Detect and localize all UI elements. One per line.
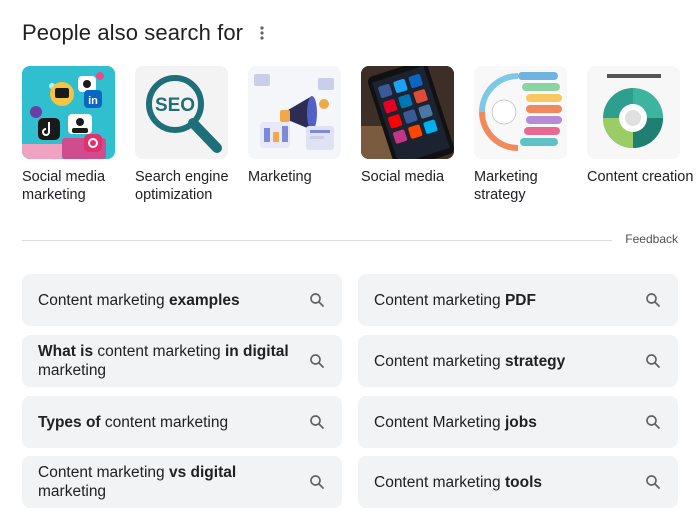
card-marketing[interactable]: Marketing xyxy=(248,66,361,204)
section-title: People also search for xyxy=(22,20,244,45)
search-icon xyxy=(646,293,660,307)
search-icon xyxy=(646,354,660,368)
more-options-button[interactable] xyxy=(250,21,274,45)
section-header: People also search for xyxy=(22,18,243,48)
search-icon xyxy=(310,415,324,429)
search-icon xyxy=(646,415,660,429)
chip-text: What is content marketing in digital mar… xyxy=(38,343,289,379)
related-search-chip[interactable]: Content marketing vs digital marketing xyxy=(22,456,342,508)
vertical-dots-icon xyxy=(260,26,264,40)
divider xyxy=(22,240,612,241)
card-label: Content creation xyxy=(587,169,694,185)
related-search-chip[interactable]: Content marketing strategy xyxy=(358,335,678,387)
chip-text: Content marketing PDF xyxy=(374,291,536,309)
search-icon xyxy=(310,354,324,368)
chip-text: Content marketing strategy xyxy=(374,352,566,370)
related-search-chip[interactable]: What is content marketing in digital mar… xyxy=(22,335,342,387)
card-marketing-strategy[interactable]: Marketing strategy xyxy=(474,66,587,204)
feedback-link[interactable]: Feedback xyxy=(625,232,678,246)
marketing-strategy-infographic xyxy=(474,66,567,159)
seo-text: SEO xyxy=(155,95,195,116)
card-label: Social media xyxy=(361,169,445,185)
card-label: Marketing xyxy=(248,169,312,185)
chip-text: Content marketing tools xyxy=(374,473,542,491)
card-content-creation[interactable]: Content creation xyxy=(587,66,700,204)
related-entities-carousel: in Social media marketing SEO Search eng… xyxy=(22,66,700,204)
card-search-engine-optimization[interactable]: SEO Search engine optimization xyxy=(135,66,248,204)
card-label: Search engine optimization xyxy=(135,169,229,203)
chip-text: Content marketing vs digital marketing xyxy=(38,464,237,500)
content-recycle-diagram xyxy=(587,66,680,159)
related-search-chip[interactable]: Types of content marketing xyxy=(22,396,342,448)
search-icon xyxy=(310,475,324,489)
card-label: Marketing strategy xyxy=(474,169,538,203)
social-media-marketing-image: in xyxy=(22,66,115,159)
related-search-chip[interactable]: Content marketing examples xyxy=(22,274,342,326)
svg-text:in: in xyxy=(88,95,98,107)
card-social-media-marketing[interactable]: in Social media marketing xyxy=(22,66,135,204)
marketing-megaphone-image xyxy=(248,66,341,159)
related-search-chip[interactable]: Content marketing tools xyxy=(358,456,678,508)
chip-text: Types of content marketing xyxy=(38,413,229,431)
search-icon xyxy=(310,293,324,307)
card-label: Social media marketing xyxy=(22,169,106,203)
related-search-chip[interactable]: Content Marketing jobs xyxy=(358,396,678,448)
card-social-media[interactable]: Social media xyxy=(361,66,474,204)
social-media-phone-image xyxy=(361,66,454,159)
chip-text: Content Marketing jobs xyxy=(374,413,537,431)
chip-text: Content marketing examples xyxy=(38,291,240,309)
seo-magnifier-image: SEO xyxy=(135,66,228,159)
related-search-chip[interactable]: Content marketing PDF xyxy=(358,274,678,326)
search-icon xyxy=(646,475,660,489)
feedback-row: Feedback xyxy=(22,232,678,248)
